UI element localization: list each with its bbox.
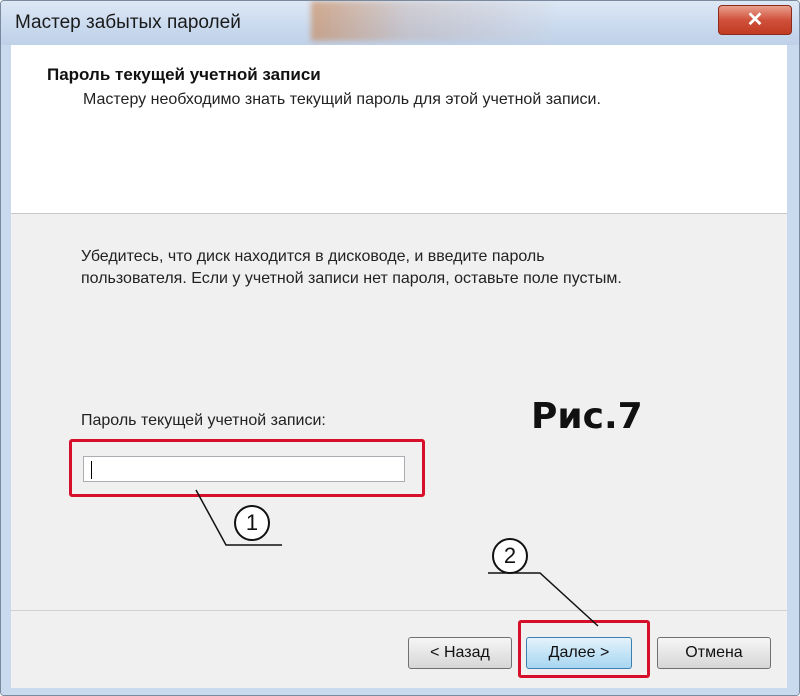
window-title: Мастер забытых паролей bbox=[15, 12, 241, 33]
back-button[interactable]: < Назад bbox=[408, 637, 512, 669]
cancel-button[interactable]: Отмена bbox=[657, 637, 771, 669]
title-bar-background-blur bbox=[311, 1, 551, 41]
password-label: Пароль текущей учетной записи: bbox=[81, 412, 326, 429]
highlight-box-password bbox=[69, 439, 425, 497]
window-frame-left bbox=[1, 45, 11, 695]
page-subtitle: Мастеру необходимо знать текущий пароль … bbox=[83, 91, 601, 108]
highlight-box-next bbox=[518, 620, 650, 678]
callout-2-badge: 2 bbox=[492, 538, 528, 574]
wizard-header: Пароль текущей учетной записи Мастеру не… bbox=[11, 45, 787, 214]
callout-1-badge: 1 bbox=[234, 505, 270, 541]
window-frame-right bbox=[787, 45, 799, 695]
close-icon: ✕ bbox=[746, 9, 764, 31]
wizard-body: Убедитесь, что диск находится в дисковод… bbox=[11, 214, 787, 610]
close-button[interactable]: ✕ bbox=[718, 5, 792, 35]
wizard-footer: < Назад Далее > Отмена bbox=[11, 610, 787, 688]
figure-label: Рис.7 bbox=[531, 396, 643, 437]
page-title: Пароль текущей учетной записи bbox=[47, 65, 321, 84]
wizard-window: Мастер забытых паролей ✕ Пароль текущей … bbox=[0, 0, 800, 696]
instructions-text: Убедитесь, что диск находится в дисковод… bbox=[81, 248, 622, 287]
title-bar: Мастер забытых паролей ✕ bbox=[1, 1, 799, 45]
